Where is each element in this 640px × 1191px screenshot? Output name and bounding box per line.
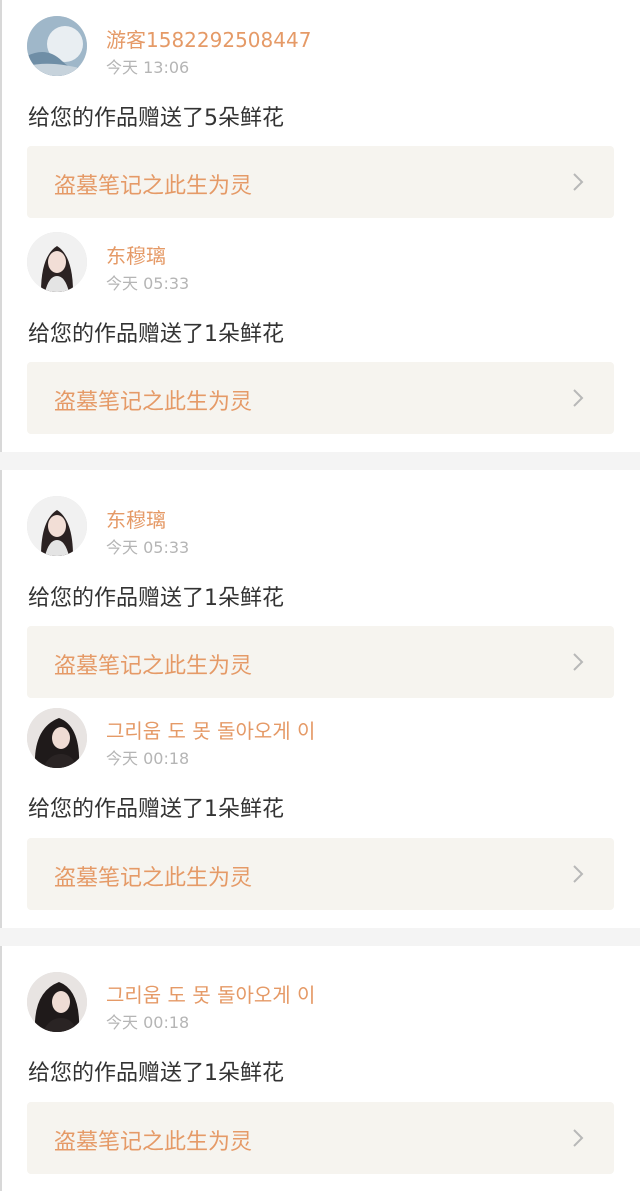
moon-avatar-icon <box>27 16 87 76</box>
chevron-right-icon <box>573 1129 584 1147</box>
work-link-card[interactable]: 盗墓笔记之此生为灵 <box>27 362 614 434</box>
chevron-right-icon <box>573 865 584 883</box>
chevron-right-icon <box>573 653 584 671</box>
avatar[interactable] <box>27 16 87 76</box>
timestamp: 今天 13:06 <box>106 58 190 77</box>
work-link-card[interactable]: 盗墓笔记之此生为灵 <box>27 146 614 218</box>
chevron-right-icon <box>573 389 584 407</box>
timestamp: 今天 00:18 <box>106 749 190 768</box>
girl-avatar-icon <box>27 496 87 556</box>
work-link-card[interactable]: 盗墓笔记之此生为灵 <box>27 838 614 910</box>
timestamp: 今天 05:33 <box>106 274 190 293</box>
timestamp: 今天 05:33 <box>106 538 190 557</box>
user-name[interactable]: 그리움 도 못 돌아오게 이 <box>106 979 315 1008</box>
gift-message: 给您的作品赠送了1朵鲜花 <box>28 322 284 347</box>
work-title: 盗墓笔记之此生为灵 <box>54 174 253 199</box>
gift-message: 给您的作品赠送了1朵鲜花 <box>28 1061 284 1086</box>
section-divider <box>0 928 640 946</box>
avatar[interactable] <box>27 708 87 768</box>
timestamp: 今天 00:18 <box>106 1013 190 1032</box>
left-edge-line <box>0 0 2 1191</box>
girl-avatar-icon <box>27 232 87 292</box>
work-title: 盗墓笔记之此生为灵 <box>54 390 253 415</box>
gift-message: 给您的作品赠送了1朵鲜花 <box>28 586 284 611</box>
work-title: 盗墓笔记之此生为灵 <box>54 1130 253 1155</box>
avatar[interactable] <box>27 972 87 1032</box>
dark-hair-avatar-icon <box>27 972 87 1032</box>
avatar[interactable] <box>27 232 87 292</box>
section-divider <box>0 452 640 470</box>
avatar[interactable] <box>27 496 87 556</box>
work-title: 盗墓笔记之此生为灵 <box>54 654 253 679</box>
work-title: 盗墓笔记之此生为灵 <box>54 866 253 891</box>
gift-message: 给您的作品赠送了1朵鲜花 <box>28 797 284 822</box>
work-link-card[interactable]: 盗墓笔记之此生为灵 <box>27 1102 614 1174</box>
user-name[interactable]: 东穆璃 <box>106 504 166 533</box>
chevron-right-icon <box>573 173 584 191</box>
user-name[interactable]: 东穆璃 <box>106 240 166 269</box>
user-name[interactable]: 游客1582292508447 <box>106 24 311 53</box>
user-name[interactable]: 그리움 도 못 돌아오게 이 <box>106 715 315 744</box>
dark-hair-avatar-icon <box>27 708 87 768</box>
gift-message: 给您的作品赠送了5朵鲜花 <box>28 106 284 131</box>
work-link-card[interactable]: 盗墓笔记之此生为灵 <box>27 626 614 698</box>
